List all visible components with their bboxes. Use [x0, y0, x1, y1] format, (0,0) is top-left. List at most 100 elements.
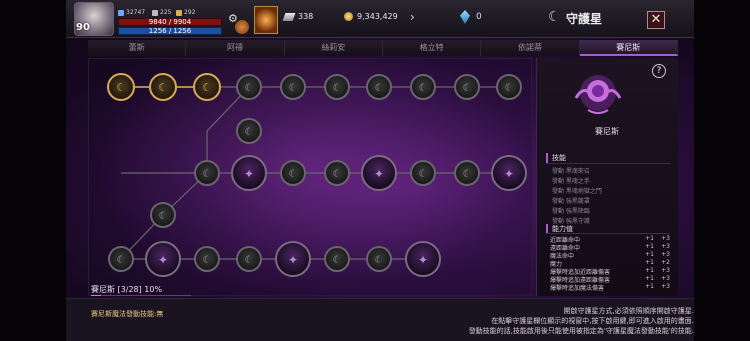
progress-label: 賽尼斯 [3/28] 10% [91, 285, 163, 294]
shield-icon [176, 9, 182, 16]
skill-item: 發動 強黑籠罩 [552, 198, 590, 205]
star-node-major: ✦ [145, 241, 181, 277]
star-node-major: ✦ [491, 155, 527, 191]
svg-text:☾: ☾ [463, 83, 472, 94]
star-node-active: ☾ [193, 73, 221, 101]
help-line: 在點擊守護星欄位顯示的視窗中,按下啟用鍵,即可進入啟用的畫面. [491, 317, 694, 325]
star-node: ☾ [324, 246, 350, 272]
svg-text:☾: ☾ [202, 81, 212, 94]
svg-text:☾: ☾ [159, 211, 168, 222]
svg-text:☾: ☾ [245, 127, 254, 138]
star-node: ☾ [366, 246, 392, 272]
gold-coin-icon [344, 12, 353, 21]
star-node: ☾ [454, 74, 480, 100]
abilities-divider [546, 233, 670, 234]
silver-currency: 338 [282, 12, 313, 21]
star-node: ☾ [366, 74, 392, 100]
star-node-active: ☾ [107, 73, 135, 101]
svg-text:☾: ☾ [333, 255, 342, 266]
feather-icon [282, 12, 296, 21]
svg-text:☾: ☾ [245, 83, 254, 94]
tab-3[interactable]: 格立特 [382, 40, 482, 56]
svg-text:☾: ☾ [203, 255, 212, 266]
ability-value-max: +3 [661, 283, 670, 290]
svg-text:☾: ☾ [117, 255, 126, 266]
star-node: ☾ [280, 74, 306, 100]
stat-b: 225 [152, 9, 171, 16]
quick-skill-slot[interactable] [254, 6, 278, 34]
tab-5[interactable]: 賽尼斯 [579, 40, 678, 56]
svg-text:☾: ☾ [419, 169, 428, 180]
gold-value: 9,343,429 [357, 12, 398, 21]
svg-text:✦: ✦ [418, 253, 428, 267]
stat-a: 32747 [118, 9, 145, 16]
help-description: 開啟守護星方式,必須依照順序開啟守護星. 在點擊守護星欄位顯示的視窗中,按下啟用… [354, 306, 694, 336]
star-node: ☾ [410, 74, 436, 100]
svg-text:☾: ☾ [245, 255, 254, 266]
svg-text:☾: ☾ [505, 83, 514, 94]
potion-icon[interactable] [235, 20, 249, 34]
window-title: 守護星 [566, 12, 603, 26]
magic-skill-status: 賽尼斯魔法發動技能:無 [91, 310, 164, 318]
stat-c-value: 292 [184, 9, 196, 16]
stat-b-value: 225 [160, 9, 172, 16]
skill-item: 發動 黑魂之手 [552, 178, 590, 185]
tab-0[interactable]: 蕾斯 [88, 40, 187, 56]
star-node: ☾ [236, 74, 262, 100]
star-node: ☾ [150, 202, 176, 228]
rose-emblem-icon [574, 75, 622, 114]
screen-edge-right [694, 0, 750, 341]
svg-text:☾: ☾ [333, 169, 342, 180]
star-node-major: ✦ [405, 241, 441, 277]
star-node: ☾ [236, 246, 262, 272]
star-node: ☾ [454, 160, 480, 186]
star-node: ☾ [280, 160, 306, 186]
tab-4[interactable]: 依諾蒂 [481, 40, 580, 56]
star-node: ☾ [410, 160, 436, 186]
chevron-right-icon[interactable]: › [410, 10, 415, 24]
constellation-tabs: 蕾斯 阿禱 絲莉安 格立特 依諾蒂 賽尼斯 [88, 40, 678, 56]
svg-text:✦: ✦ [288, 253, 298, 267]
svg-text:☾: ☾ [333, 83, 342, 94]
power-icon [118, 9, 124, 16]
close-button[interactable]: ✕ [647, 11, 665, 29]
svg-text:✦: ✦ [374, 167, 384, 181]
gold-currency: 9,343,429 [344, 12, 398, 21]
skill-item: 發動 黑魂來召 [552, 168, 590, 175]
tab-2[interactable]: 絲莉安 [284, 40, 383, 56]
star-node: ☾ [324, 160, 350, 186]
guardian-star-icon: ☾ [548, 9, 561, 25]
sword-icon [152, 9, 158, 16]
star-node-graph: ☾ ☾ ☾ ☾ ☾ ☾ ☾ ☾ ☾ ☾ ☾ ☾ ✦ ☾ ☾ ✦ ☾ ☾ ✦ ☾ … [107, 73, 527, 277]
svg-text:☾: ☾ [375, 255, 384, 266]
skills-header: 技能 [546, 153, 566, 163]
svg-text:☾: ☾ [463, 169, 472, 180]
svg-text:✦: ✦ [158, 253, 168, 267]
star-node: ☾ [194, 160, 220, 186]
help-button[interactable]: ? [652, 64, 666, 78]
star-node: ☾ [194, 246, 220, 272]
star-node-major: ✦ [275, 241, 311, 277]
star-board: ☾ ☾ ☾ ☾ ☾ ☾ ☾ ☾ ☾ ☾ ☾ ☾ ✦ ☾ ☾ ✦ ☾ ☾ ✦ ☾ … [88, 58, 532, 296]
player-level: 90 [76, 22, 90, 33]
help-line: 發動技能的話,技能啟用後只能使用被指定為'守護星魔法發動技能'的技能. [468, 327, 694, 335]
star-node-active: ☾ [149, 73, 177, 101]
tab-1[interactable]: 阿禱 [186, 40, 285, 56]
screen-edge-left [0, 0, 66, 341]
svg-text:☾: ☾ [289, 83, 298, 94]
svg-text:☾: ☾ [203, 169, 212, 180]
star-node: ☾ [236, 118, 262, 144]
ability-row: 爆擊時追加魔法傷害 +1 +3 [550, 283, 670, 292]
svg-text:☾: ☾ [289, 169, 298, 180]
mp-bar: 1256 / 1256 [118, 27, 222, 35]
star-node: ☾ [108, 246, 134, 272]
stat-c: 292 [176, 9, 195, 16]
svg-text:✦: ✦ [504, 167, 514, 181]
star-node-major: ✦ [361, 155, 397, 191]
star-nodes[interactable]: ☾ ☾ ☾ ☾ ☾ ☾ ☾ ☾ ☾ ☾ ☾ ☾ ✦ ☾ ☾ ✦ ☾ ☾ ✦ ☾ … [107, 73, 527, 277]
svg-text:☾: ☾ [375, 83, 384, 94]
star-node: ☾ [324, 74, 350, 100]
hp-bar: 9840 / 9904 [118, 18, 222, 26]
star-node-major: ✦ [231, 155, 267, 191]
ability-value: +1 [645, 283, 654, 290]
